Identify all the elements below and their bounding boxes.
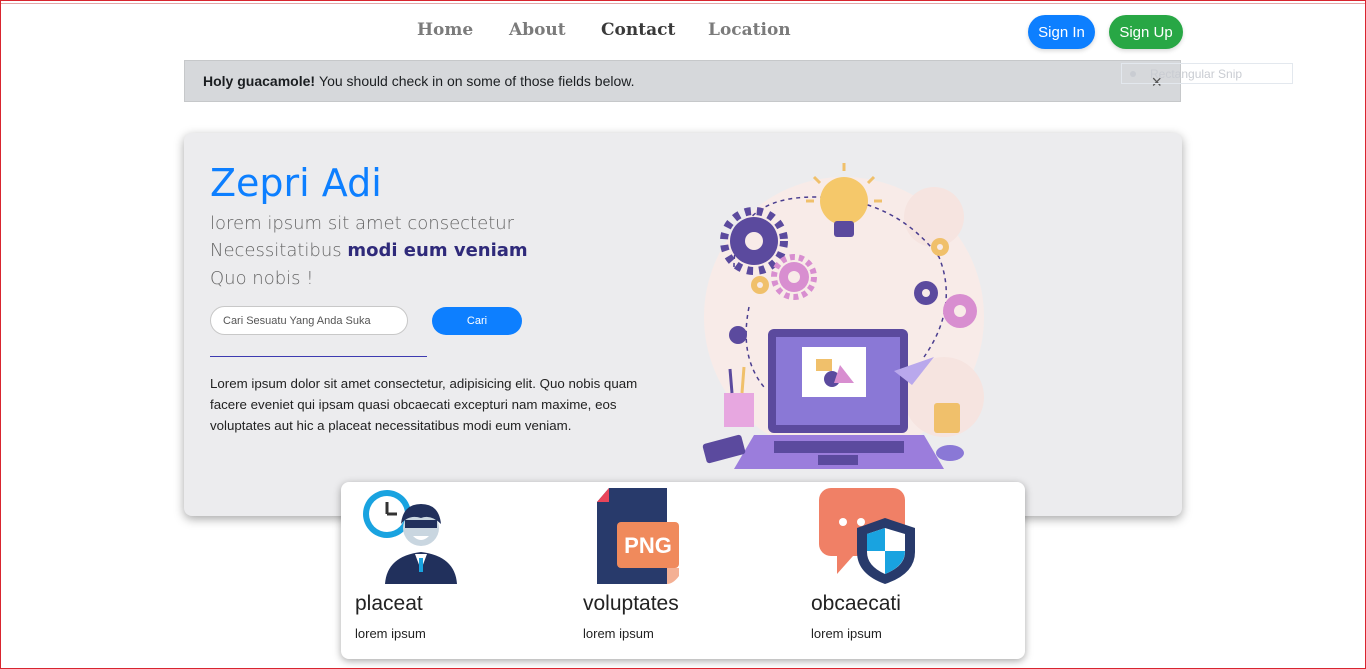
sign-up-button[interactable]: Sign Up [1109, 15, 1183, 49]
png-file-icon: PNG [597, 488, 679, 584]
card-subtitle: lorem ipsum [355, 626, 426, 641]
feature-cards: placeat lorem ipsum PNG voluptates lorem… [341, 482, 1025, 659]
hero-line-2-highlight: modi eum veniam [347, 240, 528, 261]
hero-line-2: Necessitatibus modi eum veniam [210, 240, 528, 261]
hero-divider [210, 356, 427, 357]
chat-shield-icon [819, 488, 915, 584]
nav-home[interactable]: Home [417, 20, 473, 40]
hero-line-3: Quo nobis ! [210, 268, 314, 289]
search-input[interactable]: Cari Sesuatu Yang Anda Suka [210, 306, 408, 335]
nav-location[interactable]: Location [708, 20, 791, 40]
snip-label: Rectangular Snip [1150, 66, 1243, 81]
hero-line-2-prefix: Necessitatibus [210, 240, 342, 261]
alert-message: You should check in on some of those fie… [319, 73, 635, 89]
alert-banner: Holy guacamole! You should check in on s… [184, 60, 1181, 102]
card-title: voluptates [583, 592, 679, 615]
snip-tool-overlay: Rectangular Snip [1121, 63, 1293, 84]
search-button[interactable]: Cari [432, 307, 522, 335]
user-clock-icon [363, 490, 457, 584]
card-subtitle: lorem ipsum [811, 626, 882, 641]
hero-card: Zepri Adi lorem ipsum sit amet consectet… [184, 133, 1182, 516]
laptop-gears-illustration [702, 163, 984, 469]
alert-strong: Holy guacamole! [203, 73, 316, 89]
card-title: placeat [355, 592, 423, 615]
feature-card[interactable]: placeat lorem ipsum [355, 482, 555, 659]
feature-card[interactable]: obcaecati lorem ipsum [811, 482, 1011, 659]
sign-in-button[interactable]: Sign In [1028, 15, 1095, 49]
feature-card[interactable]: PNG voluptates lorem ipsum [583, 482, 783, 659]
snip-dot-icon [1130, 70, 1136, 77]
hero-line-1: lorem ipsum sit amet consectetur [210, 213, 515, 234]
hero-paragraph: Lorem ipsum dolor sit amet consectetur, … [210, 376, 638, 433]
top-accent-line [0, 3, 1366, 4]
hero-title: Zepri Adi [210, 161, 382, 205]
png-label: PNG [624, 533, 672, 558]
card-title: obcaecati [811, 592, 901, 615]
card-subtitle: lorem ipsum [583, 626, 654, 641]
nav-about[interactable]: About [509, 20, 566, 40]
nav-contact[interactable]: Contact [601, 20, 675, 40]
